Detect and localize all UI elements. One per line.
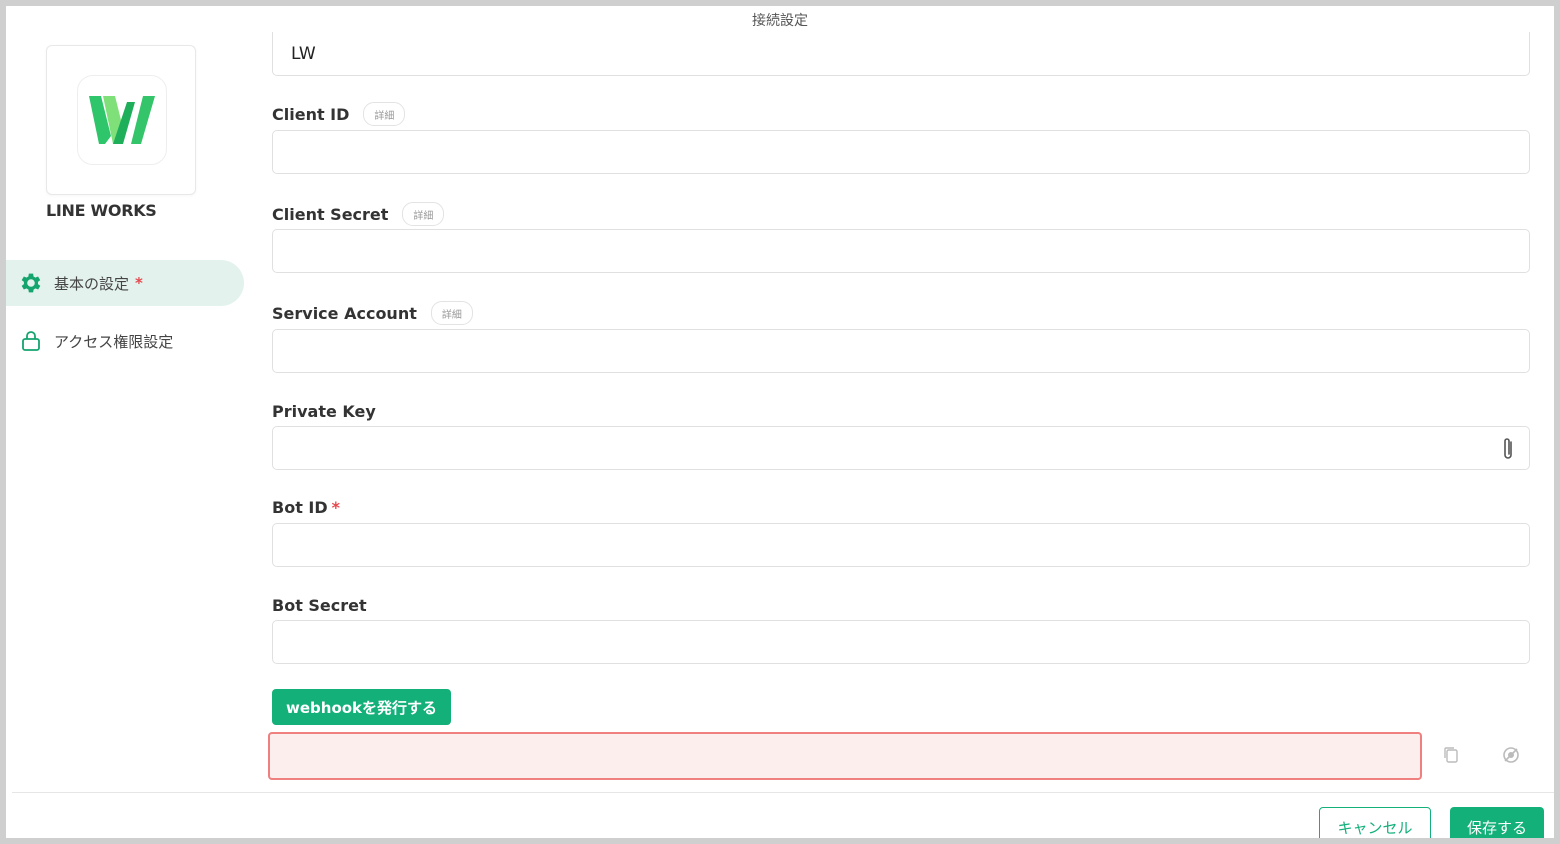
- client-secret-label: Client Secret 詳細: [272, 202, 445, 226]
- client-id-input[interactable]: [272, 130, 1530, 174]
- client-secret-detail-button[interactable]: 詳細: [402, 202, 445, 226]
- service-account-label: Service Account 詳細: [272, 301, 473, 325]
- line-works-logo-icon: [89, 96, 155, 144]
- sidebar-item-basic-settings[interactable]: 基本の設定 *: [6, 260, 244, 306]
- name-input-value: LW: [291, 43, 316, 64]
- app-logo-card: [46, 45, 196, 195]
- service-account-input[interactable]: [272, 329, 1530, 373]
- app-name: LINE WORKS: [46, 201, 157, 220]
- private-key-label-text: Private Key: [272, 402, 376, 421]
- service-account-label-text: Service Account: [272, 303, 417, 323]
- visibility-off-icon[interactable]: [1500, 744, 1522, 766]
- bot-id-input[interactable]: [272, 523, 1530, 567]
- sidebar-item-access-settings[interactable]: アクセス権限設定: [6, 318, 244, 364]
- sidebar-item-label: 基本の設定: [54, 274, 130, 293]
- sidebar-item-label: アクセス権限設定: [54, 332, 174, 351]
- dialog: 接続設定 LINE WORKS 基本の設定 * アクセス権限設定 LW Clie…: [6, 6, 1554, 838]
- line-works-logo: [77, 75, 167, 165]
- bot-secret-label: Bot Secret: [272, 596, 367, 615]
- paperclip-icon[interactable]: [1501, 436, 1515, 467]
- required-mark: *: [331, 498, 341, 517]
- client-id-detail-button[interactable]: 詳細: [363, 102, 406, 126]
- name-input[interactable]: LW: [272, 32, 1530, 76]
- bot-secret-label-text: Bot Secret: [272, 596, 367, 615]
- webhook-url-input[interactable]: [268, 732, 1422, 780]
- private-key-label: Private Key: [272, 402, 376, 421]
- cancel-button[interactable]: キャンセル: [1319, 807, 1431, 838]
- service-account-detail-button[interactable]: 詳細: [430, 301, 473, 325]
- issue-webhook-button[interactable]: webhookを発行する: [272, 689, 452, 725]
- client-secret-input[interactable]: [272, 229, 1530, 273]
- client-id-label-text: Client ID: [272, 104, 350, 124]
- gear-icon: [18, 270, 44, 296]
- dialog-title: 接続設定: [752, 13, 808, 29]
- bot-id-label-text: Bot ID: [272, 498, 328, 517]
- save-button[interactable]: 保存する: [1450, 807, 1544, 838]
- copy-icon[interactable]: [1440, 744, 1462, 766]
- client-secret-label-text: Client Secret: [272, 204, 389, 224]
- bot-id-label: Bot ID *: [272, 498, 340, 517]
- private-key-input[interactable]: [272, 426, 1530, 470]
- bot-secret-input[interactable]: [272, 620, 1530, 664]
- required-mark: *: [135, 274, 143, 292]
- lock-icon: [18, 328, 44, 354]
- footer-divider: [12, 792, 1554, 793]
- client-id-label: Client ID 詳細: [272, 102, 406, 126]
